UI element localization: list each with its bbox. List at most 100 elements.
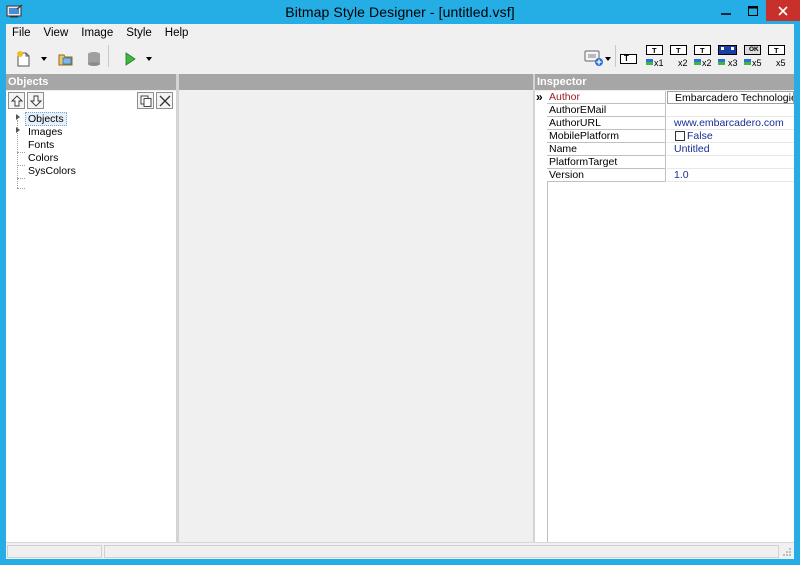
open-folder-icon [58, 54, 73, 66]
move-down-button[interactable] [27, 92, 44, 109]
new-button[interactable] [14, 47, 34, 71]
property-row-authoremail[interactable]: AuthorEMail [535, 104, 794, 117]
property-value[interactable]: Untitled [667, 143, 794, 156]
new-file-icon [17, 51, 30, 67]
add-object-dropdown-arrow[interactable] [605, 57, 611, 61]
property-name: PlatformTarget [547, 156, 666, 169]
property-row-authorurl[interactable]: AuthorURL www.embarcadero.com [535, 117, 794, 130]
title-bar[interactable]: Bitmap Style Designer - [untitled.vsf] [0, 0, 800, 24]
maximize-button[interactable] [740, 0, 766, 21]
property-value[interactable]: Embarcadero Technologies Inc. [667, 91, 794, 104]
preview-x1-button[interactable]: T x1 [645, 43, 665, 69]
preview-suffix: x2 [702, 58, 712, 68]
preview-panel-header [179, 74, 533, 90]
maximize-icon [748, 5, 758, 16]
tree-guide-line [17, 188, 25, 189]
move-up-button[interactable] [8, 92, 25, 109]
property-name: Name [547, 143, 666, 156]
resize-grip-icon[interactable] [782, 547, 792, 557]
property-value: False [667, 130, 794, 143]
preview-label: T [774, 46, 779, 55]
tree-guide-line [17, 178, 25, 179]
objects-tree[interactable]: Objects Images Fonts Colors SysColors [6, 111, 176, 542]
preview-suffix: x5 [776, 58, 786, 68]
preview-x2-button[interactable]: T x2 [669, 43, 689, 69]
expand-arrow-icon[interactable] [16, 114, 20, 120]
property-name: AuthorEMail [547, 104, 666, 117]
preview-suffix: x5 [752, 58, 762, 68]
run-dropdown-arrow[interactable] [146, 57, 152, 61]
menu-help[interactable]: Help [159, 24, 196, 41]
delete-x-icon [159, 95, 170, 106]
objects-toolbar [6, 91, 176, 111]
inspector-grid[interactable]: » Author Embarcadero Technologies Inc. A… [535, 91, 794, 542]
client-area: File View Image Style Help T T x1 T x2 T… [6, 24, 794, 559]
minimize-button[interactable] [712, 0, 740, 21]
open-button[interactable] [56, 47, 76, 71]
tree-item-label: Colors [28, 152, 59, 164]
preview-suffix: x3 [728, 58, 738, 68]
tree-item-images[interactable]: Images [6, 125, 176, 138]
text-box-icon [620, 54, 637, 64]
preview-x5-button[interactable]: T x5 [767, 43, 787, 69]
inspector-gutter-line [547, 182, 548, 542]
preview-ok-button[interactable]: OK x5 [743, 43, 763, 69]
database-icon [88, 52, 100, 66]
preview-ok-label: OK [749, 46, 759, 53]
tree-item-colors[interactable]: Colors [6, 151, 176, 164]
menu-view[interactable]: View [38, 24, 76, 41]
arrow-down-icon [29, 95, 42, 107]
toolbar-separator-2 [615, 45, 616, 67]
preview-x3-button[interactable]: x3 [717, 43, 739, 69]
status-panel-2 [104, 545, 779, 558]
menu-style[interactable]: Style [120, 24, 159, 41]
preview-suffix: x1 [654, 58, 664, 68]
tree-item-syscolors[interactable]: SysColors [6, 164, 176, 177]
property-row-version[interactable]: Version 1.0 [535, 169, 794, 182]
expand-arrow-icon[interactable] [16, 127, 20, 133]
delete-object-button[interactable] [156, 92, 173, 109]
close-button[interactable] [766, 0, 800, 21]
property-row-platformtarget[interactable]: PlatformTarget [535, 156, 794, 169]
menu-bar: File View Image Style Help [6, 24, 794, 41]
preview-label: T [624, 54, 629, 63]
preview-label: T [676, 46, 681, 55]
tree-item-label: SysColors [28, 165, 76, 177]
preview-text-button[interactable]: T [619, 47, 639, 71]
mobileplatform-checkbox[interactable] [675, 131, 685, 141]
status-panel-1 [7, 545, 102, 558]
property-row-mobileplatform[interactable]: MobilePlatform False [535, 130, 794, 143]
add-object-button[interactable] [582, 46, 606, 70]
status-bar [6, 542, 794, 559]
property-value[interactable] [667, 156, 794, 169]
property-name: MobilePlatform [547, 130, 666, 143]
menu-file[interactable]: File [6, 24, 38, 41]
add-object-icon [584, 50, 603, 66]
property-value[interactable]: 1.0 [667, 169, 794, 182]
property-value[interactable]: www.embarcadero.com [667, 117, 794, 130]
preview-suffix: x2 [678, 58, 688, 68]
minimize-icon [721, 12, 731, 15]
play-icon [125, 52, 136, 66]
inspector-panel-header: Inspector [535, 74, 794, 90]
main-toolbar: T T x1 T x2 T x2 x3 OK x5 T x5 [6, 41, 794, 73]
new-dropdown-arrow[interactable] [41, 57, 47, 61]
preview-x2b-button[interactable]: T x2 [693, 43, 713, 69]
property-value[interactable] [667, 104, 794, 117]
tree-item-label: Objects [25, 112, 67, 126]
tree-item-label: Images [28, 126, 63, 138]
close-icon [778, 5, 788, 16]
tree-item-fonts[interactable]: Fonts [6, 138, 176, 151]
run-button[interactable] [120, 47, 140, 71]
objects-panel-header: Objects [6, 74, 176, 90]
property-row-name[interactable]: Name Untitled [535, 143, 794, 156]
save-button[interactable] [84, 47, 104, 71]
preview-canvas[interactable] [179, 91, 533, 542]
preview-label: T [700, 46, 705, 55]
copy-object-button[interactable] [137, 92, 154, 109]
property-name: AuthorURL [547, 117, 666, 130]
property-row-author[interactable]: Author Embarcadero Technologies Inc. [535, 91, 794, 104]
toolbar-separator [108, 45, 109, 67]
tree-item-objects[interactable]: Objects [6, 112, 176, 126]
menu-image[interactable]: Image [75, 24, 120, 41]
